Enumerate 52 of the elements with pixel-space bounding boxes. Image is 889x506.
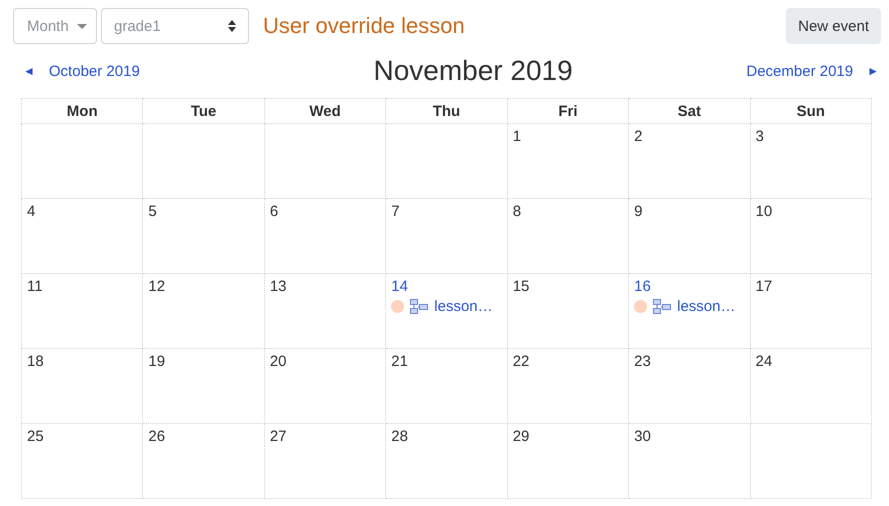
new-event-button[interactable]: New event [786, 8, 881, 44]
day-number: 29 [512, 428, 530, 445]
day-number: 25 [27, 428, 44, 445]
day-number: 27 [270, 428, 287, 445]
day-number: 10 [756, 203, 772, 220]
previous-month-link[interactable]: ◄ October 2019 [21, 62, 142, 80]
day-number: 21 [391, 353, 408, 370]
day-number: 9 [634, 203, 642, 220]
day-number: 17 [756, 278, 772, 295]
day-number: 28 [391, 428, 408, 445]
day-number: 1 [512, 128, 522, 145]
day-number: 19 [148, 353, 166, 370]
day-number: 22 [512, 353, 530, 370]
page-heading: User override lesson [263, 13, 466, 39]
day-number: 7 [391, 203, 400, 220]
left-arrow-icon: ◄ [23, 64, 35, 78]
right-arrow-icon: ► [867, 64, 879, 78]
day-number: 13 [270, 278, 287, 295]
day-number: 12 [148, 278, 166, 295]
activity-icon [653, 298, 672, 314]
day-number: 3 [756, 128, 764, 145]
month-title: November 2019 [373, 55, 573, 87]
weekday-header: Mon [22, 98, 143, 124]
weekday-header: Sun [750, 98, 872, 124]
event-link[interactable]: lesson… [677, 298, 736, 315]
day-number: 24 [756, 353, 772, 370]
day-number[interactable]: 14 [391, 278, 408, 295]
day-number: 2 [634, 128, 642, 145]
weekday-header: Tue [142, 98, 264, 124]
day-number: 4 [27, 203, 36, 220]
day-number: 5 [148, 203, 157, 220]
weekday-header: Wed [264, 98, 386, 124]
day-number: 15 [512, 278, 530, 295]
day-number: 6 [270, 203, 278, 220]
caret-icon [76, 24, 87, 28]
day-number: 23 [634, 353, 651, 370]
next-month-label: December 2019 [746, 62, 854, 80]
next-month-link[interactable]: December 2019 ► [744, 62, 881, 80]
activity-icon [410, 298, 428, 314]
day-number: 8 [512, 203, 522, 220]
day-number: 11 [27, 278, 43, 295]
day-number: 30 [634, 428, 651, 445]
sort-icon [228, 20, 236, 32]
day-number: 18 [27, 353, 44, 370]
previous-month-label: October 2019 [48, 62, 140, 80]
event-link[interactable]: lesson… [434, 298, 493, 315]
day-number[interactable]: 16 [634, 278, 651, 295]
day-number: 26 [148, 428, 166, 445]
weekday-header: Fri [507, 98, 629, 124]
day-number: 20 [270, 353, 287, 370]
weekday-header: Sat [628, 98, 750, 124]
weekday-header: Thu [386, 98, 508, 124]
